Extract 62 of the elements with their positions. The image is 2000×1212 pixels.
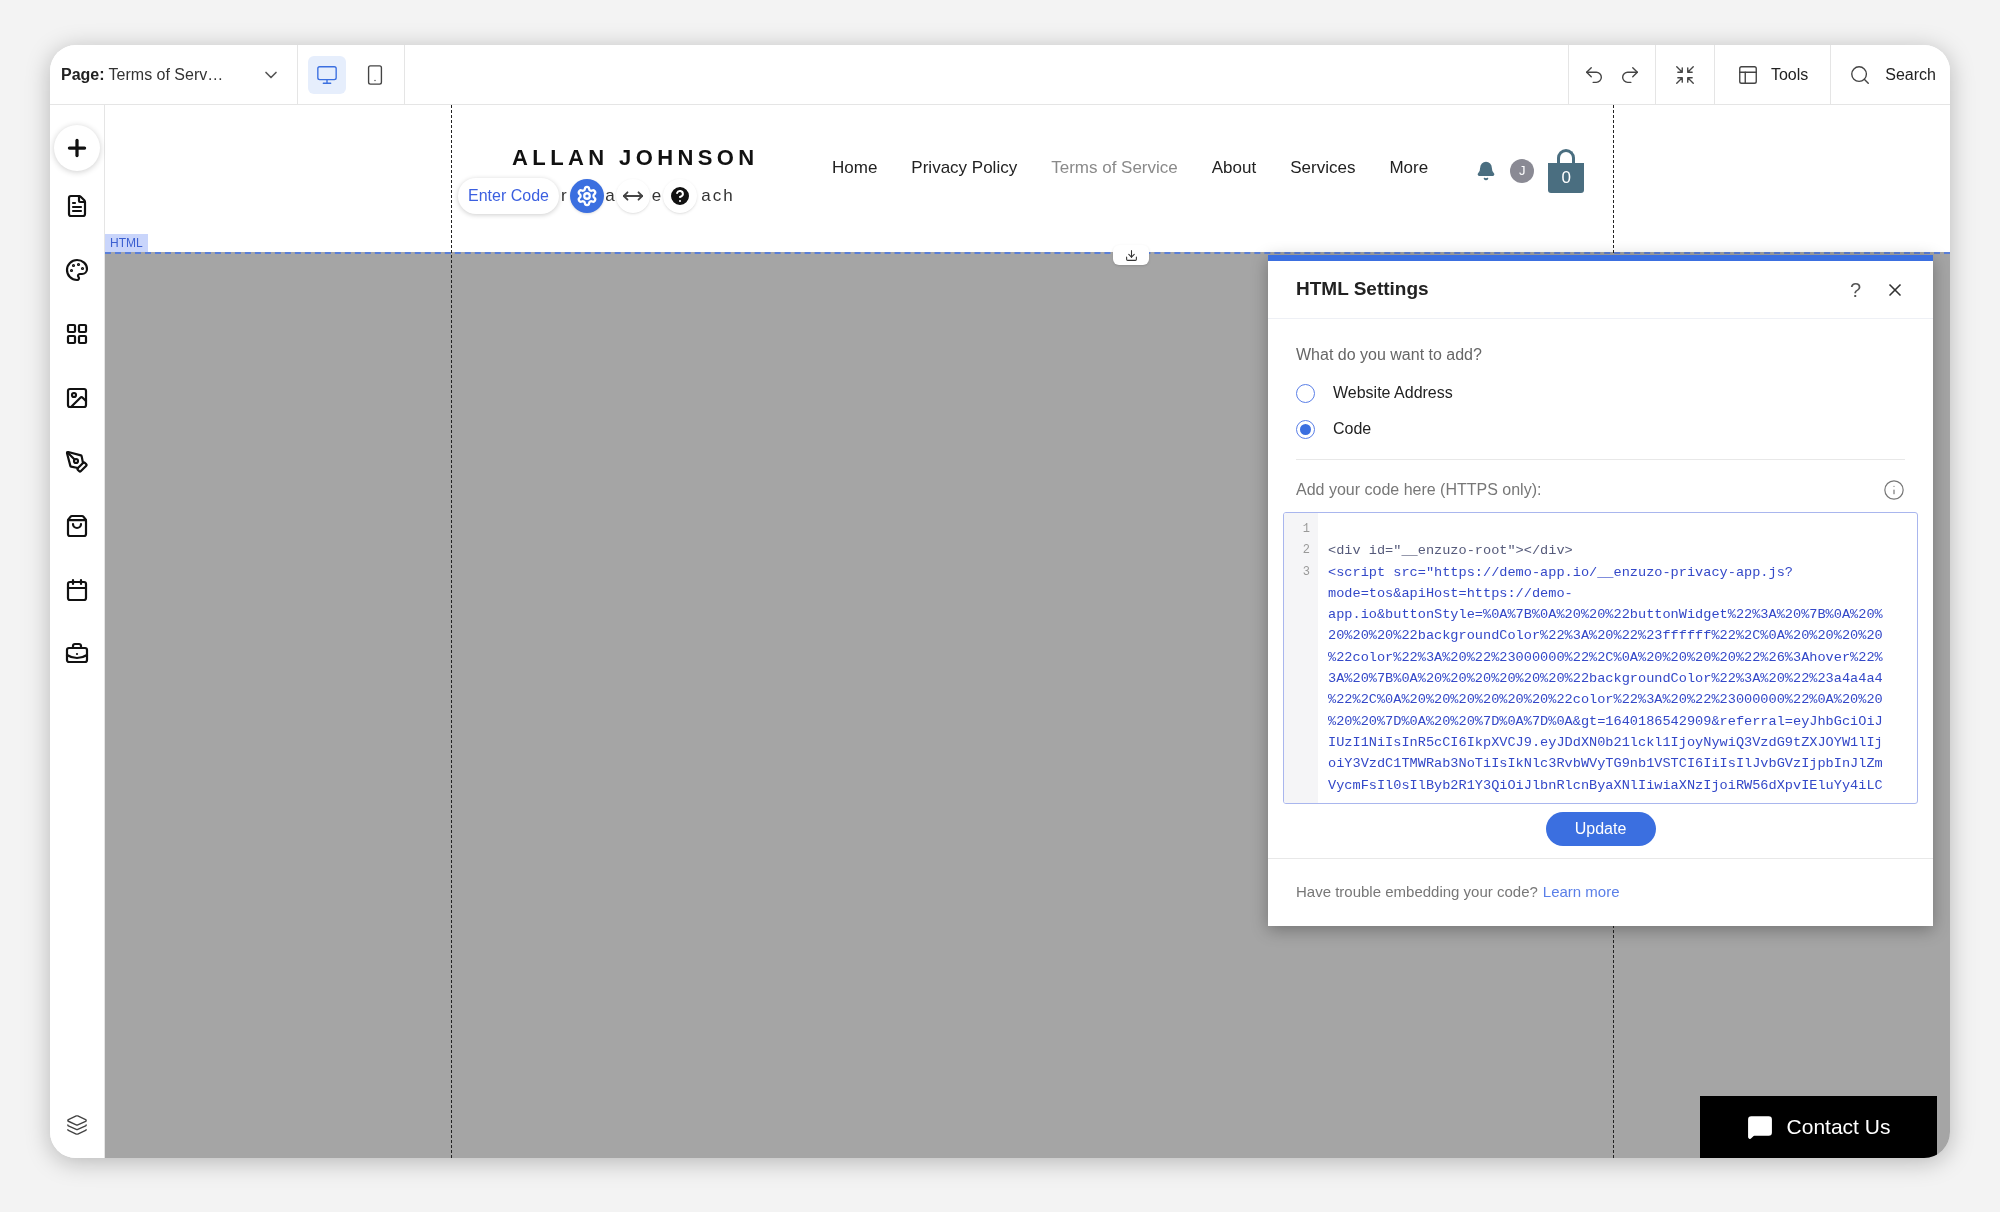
element-tag: HTML xyxy=(105,234,148,252)
dialog-title: HTML Settings xyxy=(1296,277,1429,302)
palette-icon[interactable] xyxy=(65,258,89,282)
subtitle-fragment: a xyxy=(605,185,615,208)
code-text: oiY3VzdC1TMWRab3NoTiIsIkNlc3RvbWVyTG9nb1VSTCI6IiIsIlJvbGVzIjpbInJlZm xyxy=(1328,755,1883,774)
page-selector[interactable]: Page: Terms of Serv… xyxy=(50,45,298,104)
line-number: 2 xyxy=(1301,542,1311,560)
nav-link[interactable]: Privacy Policy xyxy=(911,155,1018,181)
code-editor[interactable] xyxy=(1283,512,1918,804)
help-button[interactable]: ? xyxy=(1849,274,1861,305)
info-icon[interactable] xyxy=(1883,479,1905,501)
case-icon[interactable] xyxy=(65,642,89,666)
line-number: 1 xyxy=(1301,521,1311,538)
radio-option[interactable]: Code xyxy=(1296,417,1905,441)
code-text: %22%2C%0A%20%20%20%20%20%20%22color%22%3A%20%22%23000000%22%0A%20%20 xyxy=(1328,691,1883,710)
desktop-view-button[interactable] xyxy=(308,55,346,94)
bag-icon[interactable] xyxy=(65,514,89,538)
panels-icon xyxy=(1736,63,1759,86)
question-label: What do you want to add? xyxy=(1296,345,1483,365)
contact-us-button[interactable]: Contact Us xyxy=(1700,1096,1937,1158)
calendar-icon[interactable] xyxy=(65,578,89,602)
grid-icon[interactable] xyxy=(65,322,89,346)
radio-option[interactable]: Website Address xyxy=(1296,381,1905,405)
add-button[interactable] xyxy=(54,125,100,171)
code-text: IUzI1NiIsInR5cCI6IkpXVCJ9.eyJDdXN0b21lckl1IjoyNywiQ3VzdG9tZXJOYW1lIj xyxy=(1328,733,1883,752)
subtitle-fragment: r xyxy=(560,185,569,208)
bell-icon[interactable] xyxy=(1476,161,1497,181)
subtitle-fragment: e xyxy=(651,185,662,208)
chat-icon xyxy=(1746,1114,1773,1140)
shrink-icon[interactable] xyxy=(1673,63,1696,86)
code-text: mode=tos&apiHost=https://demo- xyxy=(1328,584,1574,603)
code-label: Add your code here (HTTPS only): xyxy=(1296,480,1542,500)
nav-link[interactable]: Services xyxy=(1290,155,1356,181)
update-button[interactable]: Update xyxy=(1545,812,1656,846)
code-text: app.io&buttonStyle=%0A%7B%0A%20%20%22buttonWidget%22%3A%20%7B%0A%20% xyxy=(1328,606,1883,625)
pen-icon[interactable] xyxy=(65,450,89,474)
code-text: <script src="https://demo-app.io/__enzuzo-privacy-app.js? xyxy=(1328,563,1794,582)
enter-code-button[interactable]: Enter Code xyxy=(458,178,559,214)
learn-more-link[interactable]: Learn more xyxy=(1542,881,1620,904)
site-logo: ALLAN JOHNSON xyxy=(512,144,760,172)
page-icon[interactable] xyxy=(65,194,89,218)
nav-link[interactable]: Home xyxy=(832,155,878,181)
search-button[interactable]: Search xyxy=(1830,45,1950,104)
code-text: <div id="__enzuzo-root"></div> xyxy=(1328,542,1573,561)
code-text: %22color%22%3A%20%22%23000000%22%2C%0A%20%20%20%20%22%26%3Ahover%22% xyxy=(1328,648,1883,667)
layers-icon[interactable] xyxy=(66,1114,88,1136)
code-text: VycmFsIl0sIlByb2R1Y3QiOiJlbnRlcnByaXNlIiwiaXNzIjoiRW56dXpvIEluYy4iLC xyxy=(1328,776,1883,795)
help-text: Have trouble embedding your code? xyxy=(1296,882,1538,902)
code-text: %20%20%7D%0A%20%20%7D%0A%7D%0A&gt=1640186542909&referral=eyJhbGciOiJ xyxy=(1328,712,1883,731)
code-text: 3A%20%7B%0A%20%20%20%20%20%20%22backgroundColor%22%3A%20%22%23a4a4a4 xyxy=(1328,670,1883,689)
monitor-icon xyxy=(316,63,338,86)
subtitle-fragment: ach xyxy=(701,185,735,208)
image-icon[interactable] xyxy=(65,386,89,410)
download-icon[interactable] xyxy=(1113,245,1149,265)
nav-link[interactable]: Terms of Service xyxy=(1051,155,1178,181)
nav-link[interactable]: About xyxy=(1211,155,1257,181)
code-text: 20%20%20%22backgroundColor%22%3A%20%22%23ffffff%22%2C%0A%20%20%20%20 xyxy=(1328,627,1883,646)
search-icon xyxy=(1849,63,1872,86)
nav-link[interactable]: More xyxy=(1389,155,1429,181)
line-number: 3 xyxy=(1301,563,1311,581)
tools-button[interactable]: Tools xyxy=(1713,45,1831,104)
gear-icon xyxy=(576,185,599,207)
